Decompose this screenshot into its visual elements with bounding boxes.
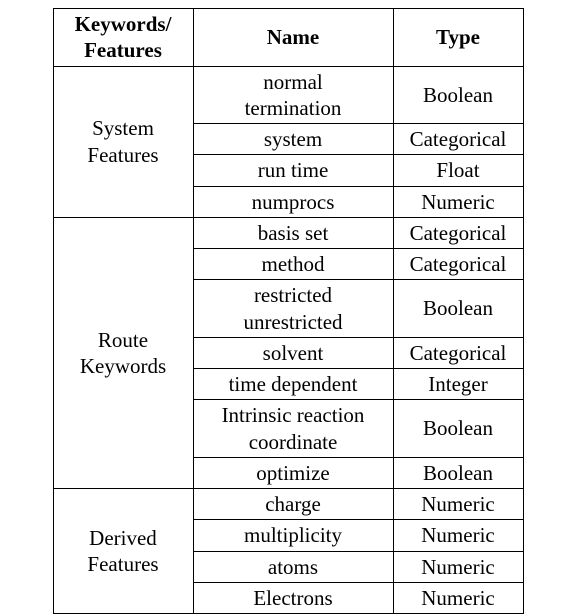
cell-type: Numeric [393,186,523,217]
group-label-system-features: System Features [53,66,193,217]
cell-name: solvent [193,337,393,368]
table-row: System Features normal termination Boole… [53,66,523,124]
header-col1-line1: Keywords/ [75,12,172,36]
cell-name: charge [193,489,393,520]
cell-name: multiplicity [193,520,393,551]
header-name: Name [193,9,393,67]
group-label-route-keywords: Route Keywords [53,217,193,488]
cell-type: Categorical [393,337,523,368]
cell-name: system [193,124,393,155]
cell-type: Categorical [393,217,523,248]
cell-type: Boolean [393,66,523,124]
cell-type: Boolean [393,280,523,338]
group-label-derived-features: Derived Features [53,489,193,614]
cell-name-line1: restricted [254,283,332,307]
cell-name-line2: coordinate [249,430,338,454]
cell-name: Electrons [193,582,393,613]
cell-name: optimize [193,457,393,488]
group-label-line1: Route [98,328,148,352]
group-label-line1: System [92,116,154,140]
cell-type: Categorical [393,124,523,155]
table-header-row: Keywords/ Features Name Type [53,9,523,67]
cell-type: Numeric [393,551,523,582]
cell-type: Categorical [393,249,523,280]
cell-name: numprocs [193,186,393,217]
group-label-line2: Keywords [80,354,166,378]
cell-type: Numeric [393,582,523,613]
header-type: Type [393,9,523,67]
table-row: Route Keywords basis set Categorical [53,217,523,248]
cell-type: Float [393,155,523,186]
cell-name: basis set [193,217,393,248]
cell-type: Numeric [393,489,523,520]
cell-type: Integer [393,369,523,400]
cell-name: normal termination [193,66,393,124]
group-label-line2: Features [87,143,158,167]
cell-name: restricted unrestricted [193,280,393,338]
header-keywords-features: Keywords/ Features [53,9,193,67]
cell-type: Boolean [393,457,523,488]
features-table: Keywords/ Features Name Type System Feat… [53,8,524,614]
cell-name-line1: Intrinsic reaction [222,403,365,427]
header-col1-line2: Features [84,38,162,62]
group-label-line2: Features [87,552,158,576]
cell-name: time dependent [193,369,393,400]
cell-name-line2: termination [245,96,342,120]
cell-type: Numeric [393,520,523,551]
cell-type: Boolean [393,400,523,458]
group-label-line1: Derived [89,526,157,550]
cell-name: atoms [193,551,393,582]
cell-name-line2: unrestricted [243,310,342,334]
cell-name: Intrinsic reaction coordinate [193,400,393,458]
cell-name-line1: normal [263,70,322,94]
table-row: Derived Features charge Numeric [53,489,523,520]
cell-name: method [193,249,393,280]
page: Keywords/ Features Name Type System Feat… [0,0,566,614]
cell-name: run time [193,155,393,186]
